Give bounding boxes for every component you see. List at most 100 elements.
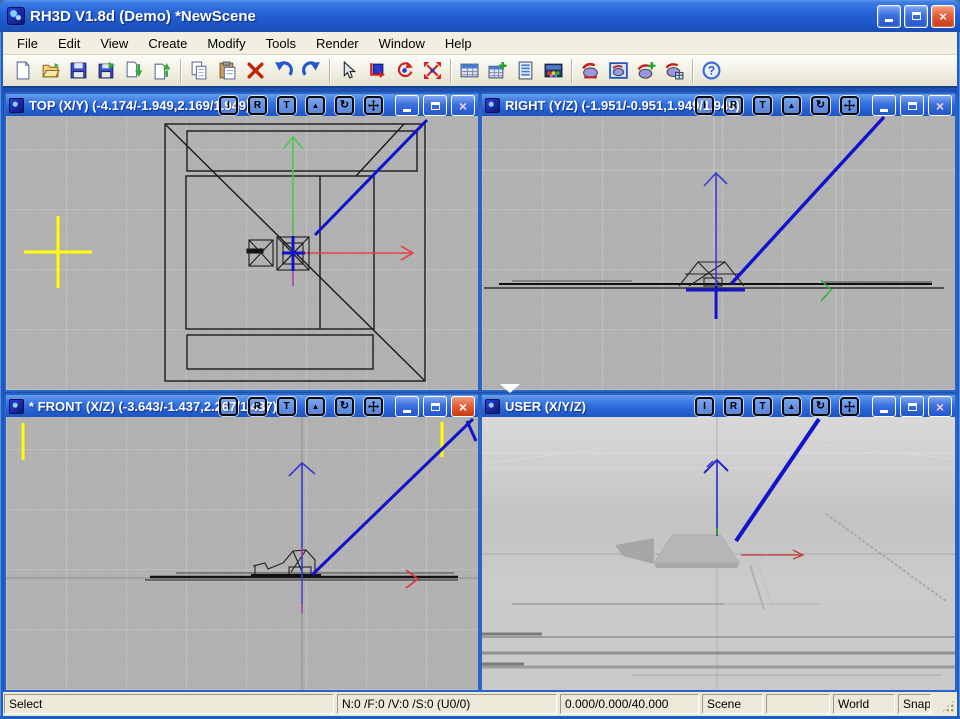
move-button[interactable] bbox=[364, 58, 388, 84]
pan-view-button[interactable] bbox=[364, 397, 383, 416]
right-viewport-canvas[interactable] bbox=[482, 116, 955, 390]
menu-help[interactable]: Help bbox=[439, 34, 478, 53]
copy-button[interactable] bbox=[187, 58, 211, 84]
resize-grip[interactable] bbox=[934, 694, 956, 714]
viewport-close-button[interactable]: × bbox=[928, 396, 952, 417]
texture-button[interactable]: T bbox=[277, 397, 296, 416]
menu-window[interactable]: Window bbox=[373, 34, 431, 53]
delete-button[interactable] bbox=[243, 58, 267, 84]
rotate-view-icon[interactable]: ↻ bbox=[335, 397, 354, 416]
isometric-button[interactable]: I bbox=[695, 96, 714, 115]
isometric-button[interactable]: I bbox=[219, 397, 238, 416]
rotate-icon bbox=[395, 61, 414, 80]
menu-tools[interactable]: Tools bbox=[260, 34, 302, 53]
select-button[interactable] bbox=[336, 58, 360, 84]
menu-view[interactable]: View bbox=[94, 34, 134, 53]
viewport-splitter-handle[interactable] bbox=[500, 384, 520, 393]
menu-render[interactable]: Render bbox=[310, 34, 365, 53]
triangle-icon[interactable]: ▲ bbox=[306, 397, 325, 416]
viewport-top-body[interactable] bbox=[6, 116, 478, 390]
redo-button[interactable] bbox=[299, 58, 323, 84]
triangle-icon[interactable]: ▲ bbox=[306, 96, 325, 115]
viewport-maximize-button[interactable] bbox=[423, 95, 447, 116]
render-add-button[interactable] bbox=[634, 58, 658, 84]
toolbar: ? bbox=[3, 55, 957, 88]
pan-icon bbox=[844, 100, 855, 111]
export-button[interactable] bbox=[150, 58, 174, 84]
help-button[interactable]: ? bbox=[699, 58, 723, 84]
texture-button[interactable]: T bbox=[753, 397, 772, 416]
viewport-front-titlebar[interactable]: * FRONT (X/Z) (-3.643/-1.437,2.267/1.437… bbox=[6, 395, 478, 417]
render-settings-button[interactable] bbox=[662, 58, 686, 84]
render-window-button[interactable] bbox=[606, 58, 630, 84]
render-add-icon bbox=[637, 61, 656, 80]
viewport-minimize-button[interactable] bbox=[872, 95, 896, 116]
rotate-button[interactable] bbox=[392, 58, 416, 84]
isometric-button[interactable]: I bbox=[695, 397, 714, 416]
render-view-button[interactable]: R bbox=[724, 397, 743, 416]
texture-button[interactable]: T bbox=[277, 96, 296, 115]
close-button[interactable]: × bbox=[931, 5, 955, 28]
undo-button[interactable] bbox=[271, 58, 295, 84]
top-viewport-canvas[interactable] bbox=[6, 116, 478, 390]
viewport-maximize-button[interactable] bbox=[900, 396, 924, 417]
viewport-front: * FRONT (X/Z) (-3.643/-1.437,2.267/1.437… bbox=[4, 393, 480, 692]
pan-view-button[interactable] bbox=[364, 96, 383, 115]
render-view-button[interactable]: R bbox=[248, 397, 267, 416]
user-viewport-canvas[interactable] bbox=[482, 417, 955, 690]
pan-view-button[interactable] bbox=[840, 96, 859, 115]
status-snap[interactable]: Snap bbox=[898, 694, 931, 714]
viewport-user-body[interactable] bbox=[482, 417, 955, 690]
viewport-maximize-button[interactable] bbox=[900, 95, 924, 116]
menu-edit[interactable]: Edit bbox=[52, 34, 86, 53]
rotate-view-icon[interactable]: ↻ bbox=[811, 96, 830, 115]
save-button[interactable] bbox=[66, 58, 90, 84]
title-bar[interactable]: RH3D V1.8d (Demo) *NewScene × bbox=[0, 0, 960, 32]
rotate-view-icon[interactable]: ↻ bbox=[335, 96, 354, 115]
triangle-icon[interactable]: ▲ bbox=[782, 397, 801, 416]
viewport-close-button[interactable]: × bbox=[928, 95, 952, 116]
object-list-add-button[interactable] bbox=[485, 58, 509, 84]
maximize-button[interactable] bbox=[904, 5, 928, 28]
triangle-icon[interactable]: ▲ bbox=[782, 96, 801, 115]
status-space: World bbox=[833, 694, 895, 714]
texture-button[interactable]: T bbox=[753, 96, 772, 115]
viewport-close-button[interactable]: × bbox=[451, 95, 475, 116]
viewport-front-body[interactable] bbox=[6, 417, 478, 690]
rotate-view-icon[interactable]: ↻ bbox=[811, 397, 830, 416]
new-button[interactable] bbox=[10, 58, 34, 84]
viewport-right-body[interactable] bbox=[482, 116, 955, 390]
viewport-minimize-button[interactable] bbox=[395, 95, 419, 116]
viewport-maximize-button[interactable] bbox=[423, 396, 447, 417]
import-button[interactable] bbox=[122, 58, 146, 84]
menu-modify[interactable]: Modify bbox=[201, 34, 251, 53]
render-view-button[interactable]: R bbox=[724, 96, 743, 115]
render-button[interactable] bbox=[578, 58, 602, 84]
material-palette-button[interactable] bbox=[541, 58, 565, 84]
front-viewport-canvas[interactable] bbox=[6, 417, 478, 690]
viewport-user-titlebar[interactable]: USER (X/Y/Z) I R T ▲ ↻ × bbox=[482, 395, 955, 417]
save-as-button[interactable] bbox=[94, 58, 118, 84]
toolbar-separator bbox=[450, 59, 452, 83]
object-list-button[interactable] bbox=[457, 58, 481, 84]
isometric-button[interactable]: I bbox=[219, 96, 238, 115]
viewport-minimize-button[interactable] bbox=[395, 396, 419, 417]
open-button[interactable] bbox=[38, 58, 62, 84]
toolbar-separator bbox=[692, 59, 694, 83]
viewport-top-titlebar[interactable]: TOP (X/Y) (-4.174/-1.949,2.169/1.949) I … bbox=[6, 94, 478, 116]
hierarchy-list-button[interactable] bbox=[513, 58, 537, 84]
viewport-close-button[interactable]: × bbox=[451, 396, 475, 417]
close-icon: × bbox=[936, 399, 944, 415]
viewport-right-titlebar[interactable]: RIGHT (Y/Z) (-1.951/-0.951,1.949/1.949) … bbox=[482, 94, 955, 116]
minimize-button[interactable] bbox=[877, 5, 901, 28]
minimize-icon bbox=[880, 410, 888, 413]
viewport-icon bbox=[485, 399, 500, 414]
pan-view-button[interactable] bbox=[840, 397, 859, 416]
viewport-minimize-button[interactable] bbox=[872, 396, 896, 417]
menu-create[interactable]: Create bbox=[142, 34, 193, 53]
menu-file[interactable]: File bbox=[11, 34, 44, 53]
scale-button[interactable] bbox=[420, 58, 444, 84]
paste-button[interactable] bbox=[215, 58, 239, 84]
render-view-button[interactable]: R bbox=[248, 96, 267, 115]
svg-text:?: ? bbox=[707, 65, 714, 78]
